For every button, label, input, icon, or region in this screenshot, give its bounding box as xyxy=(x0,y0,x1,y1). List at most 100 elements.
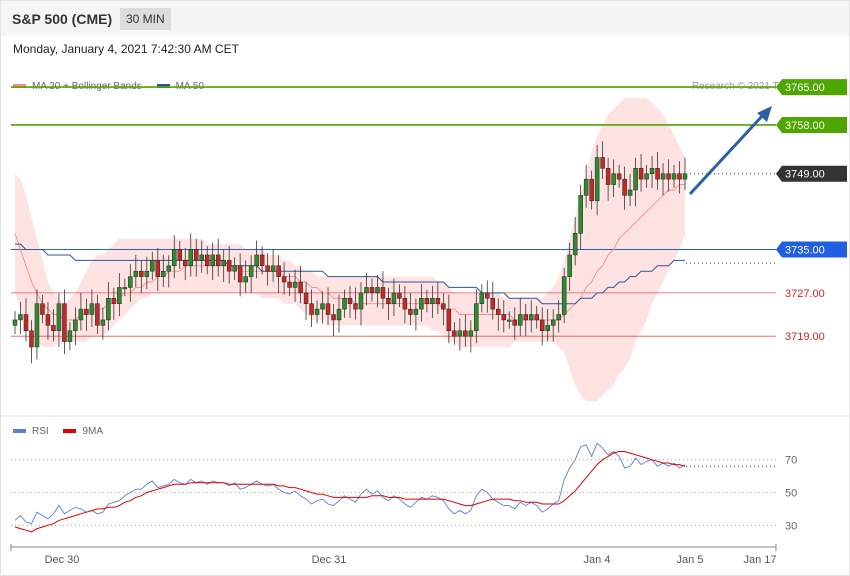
x-tick-label: Dec 30 xyxy=(45,554,80,566)
candle-body xyxy=(583,178,589,196)
candle-body xyxy=(457,330,463,337)
candle-body xyxy=(550,319,556,326)
rsi-line xyxy=(14,442,686,525)
candle-body xyxy=(534,314,539,321)
candle-body xyxy=(172,249,177,267)
candle-body xyxy=(441,303,446,310)
candle-body xyxy=(18,314,23,321)
forecast-arrow xyxy=(688,112,766,196)
candle-body xyxy=(408,308,413,315)
level-label-1: 3758.00 xyxy=(785,120,825,132)
candle-body xyxy=(523,314,528,321)
candle-body xyxy=(325,303,331,315)
candle-body xyxy=(215,254,221,267)
candle-body xyxy=(45,314,51,326)
rsi-tick-label: 50 xyxy=(785,488,797,500)
candle-body xyxy=(397,292,402,299)
candle-body xyxy=(627,189,633,196)
candle-body xyxy=(485,292,490,299)
candle-body xyxy=(430,298,435,304)
candle-body xyxy=(358,292,364,310)
candle-body xyxy=(303,292,309,304)
candle-body xyxy=(671,173,677,180)
candle-body xyxy=(193,249,199,261)
candle-body xyxy=(78,308,84,321)
candle-body xyxy=(468,330,474,337)
x-tick-label: Dec 31 xyxy=(312,554,347,566)
candle-body xyxy=(622,178,627,196)
candle-body xyxy=(243,276,248,283)
candle-body xyxy=(182,260,188,267)
candle-body xyxy=(353,303,358,310)
candle-body xyxy=(133,270,139,277)
candle-body xyxy=(578,195,583,234)
candle-body xyxy=(259,254,265,267)
candle-body xyxy=(419,298,424,310)
candle-body xyxy=(545,325,550,332)
candle-body xyxy=(638,168,644,180)
rsi-tick-label: 30 xyxy=(785,520,797,532)
candle-body xyxy=(572,233,578,256)
candle-body xyxy=(633,168,638,191)
candle-body xyxy=(666,173,671,180)
candle-body xyxy=(402,298,408,310)
candle-body xyxy=(144,270,150,277)
candle-body xyxy=(226,260,232,272)
candle-body xyxy=(248,265,254,277)
candle-body xyxy=(106,298,111,321)
candle-body xyxy=(188,249,193,267)
candle-body xyxy=(600,157,605,169)
candle-body xyxy=(221,260,226,267)
candle-body xyxy=(342,298,347,310)
candle-body xyxy=(364,287,369,294)
candle-body xyxy=(128,276,133,288)
candle-body xyxy=(166,265,172,272)
candle-body xyxy=(254,254,259,267)
candle-body xyxy=(446,308,452,332)
rsi-tick-label: 70 xyxy=(785,455,797,467)
candle-body xyxy=(117,287,122,304)
candle-body xyxy=(232,265,237,272)
level-label-0: 3765.00 xyxy=(785,82,825,94)
candle-body xyxy=(512,319,518,326)
candle-body xyxy=(501,314,507,321)
candle-body xyxy=(161,270,166,277)
candle-body xyxy=(413,308,419,315)
candle-body xyxy=(51,325,56,332)
candle-body xyxy=(616,173,622,180)
candle-body xyxy=(309,303,314,315)
candle-body xyxy=(567,254,572,277)
candle-body xyxy=(281,276,287,283)
candle-body xyxy=(276,265,281,277)
candle-body xyxy=(474,303,479,332)
candle-body xyxy=(556,314,561,321)
rsi-ma-line xyxy=(14,451,686,533)
candle-body xyxy=(424,298,430,304)
candle-body xyxy=(40,303,45,315)
candle-body xyxy=(507,319,512,322)
candle-body xyxy=(73,319,78,332)
candle-body xyxy=(84,308,89,315)
candle-body xyxy=(204,254,210,267)
candle-body xyxy=(67,330,73,342)
candle-body xyxy=(528,314,534,321)
candle-body xyxy=(655,168,660,180)
candle-body xyxy=(139,270,144,277)
candle-body xyxy=(682,173,688,180)
x-tick-label: Jan 5 xyxy=(677,554,704,566)
candle-body xyxy=(463,330,468,337)
candle-body xyxy=(314,308,320,315)
candle-body xyxy=(391,292,397,304)
candle-body xyxy=(23,314,29,332)
candle-body xyxy=(380,287,386,299)
candle-body xyxy=(111,298,117,304)
candle-body xyxy=(150,260,155,272)
candle-body xyxy=(177,249,183,261)
candle-body xyxy=(331,314,336,321)
candle-body xyxy=(561,276,567,315)
candle-body xyxy=(479,292,485,304)
candle-body xyxy=(611,173,616,185)
candle-body xyxy=(199,254,204,261)
x-tick-label: Jan 17 xyxy=(743,554,776,566)
candle-body xyxy=(452,330,457,337)
